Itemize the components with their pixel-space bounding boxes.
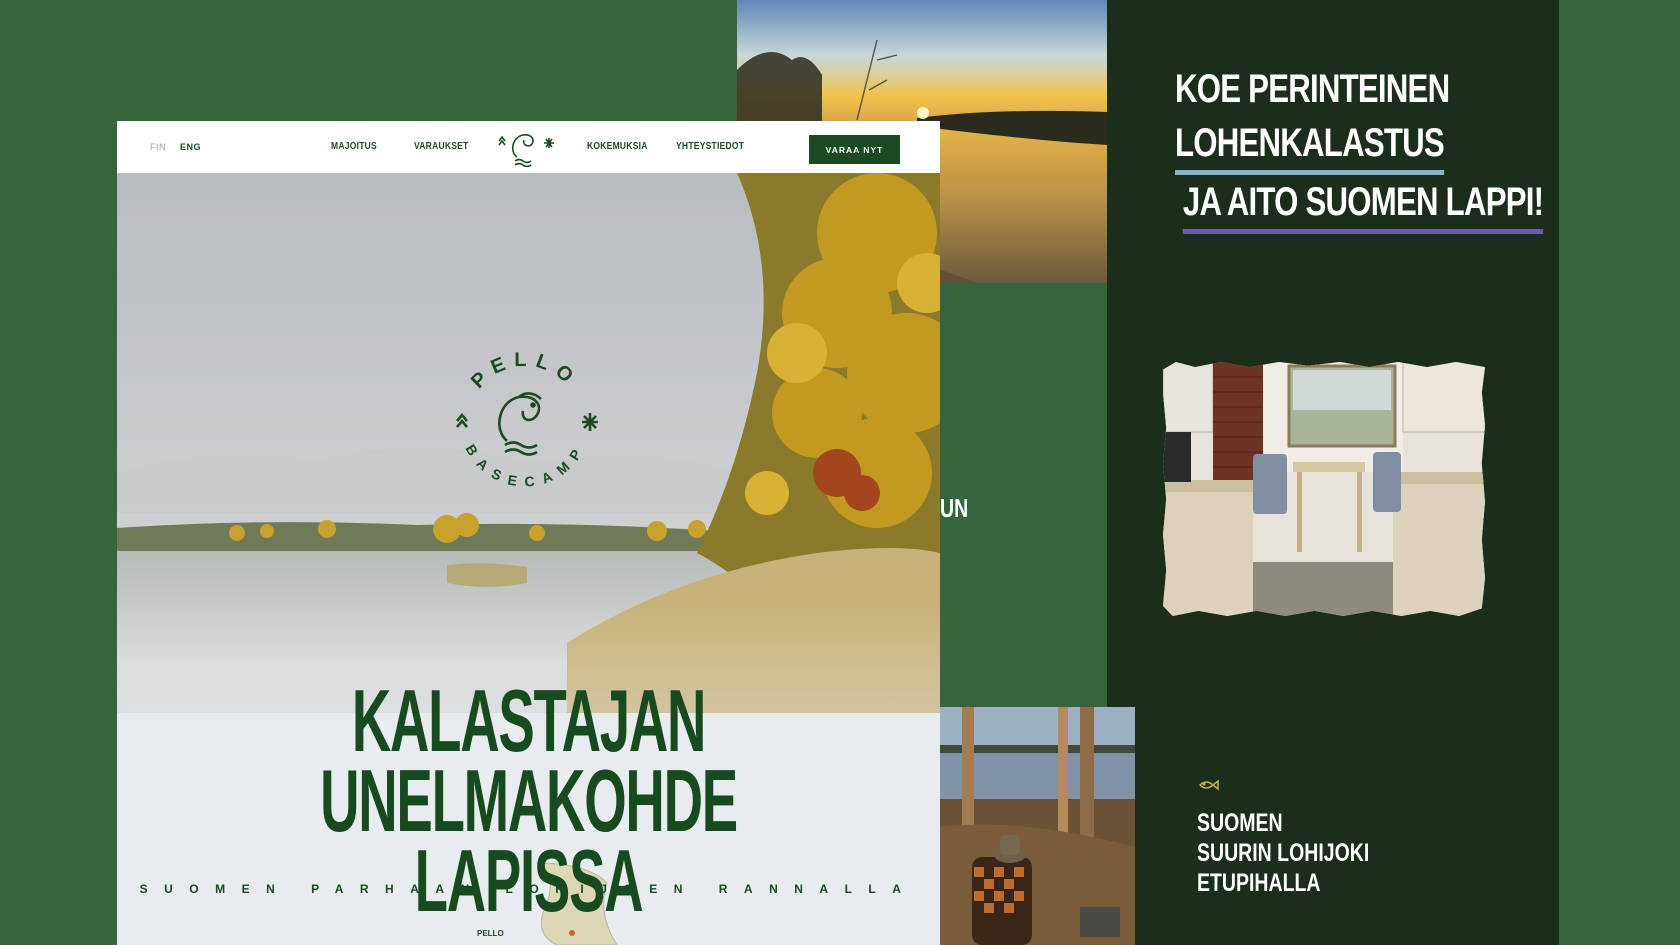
feature-text: SUOMEN SUURIN LOHIJOKI ETUPIHALLA <box>1197 808 1418 898</box>
nav-link-varaukset[interactable]: VARAUKSET <box>414 141 469 152</box>
hero-logo: PELLO BASECAMP <box>445 341 605 506</box>
hero-title-line-1: KALASTAJAN <box>351 671 707 770</box>
star-icon <box>544 138 554 148</box>
feature-line-1: SUOMEN <box>1197 809 1283 837</box>
headline-line-2: LOHENKALASTUS <box>1175 116 1445 175</box>
website-mockup: FIN ENG MAJOITUS VARAUKSET KOKEMUKSIA YH… <box>117 121 940 945</box>
campfire-photo <box>940 707 1135 945</box>
feature-line-2: SUURIN LOHIJOKI <box>1197 839 1370 867</box>
map-label: PELLO <box>477 929 504 938</box>
hero-title-line-2: UNELMAKOHDE <box>320 751 738 850</box>
fragment-text: UN <box>940 493 969 523</box>
nav-logo[interactable] <box>491 127 557 172</box>
kitchen-photo <box>1163 362 1485 616</box>
nav-link-majoitus[interactable]: MAJOITUS <box>331 141 377 152</box>
tree-icon <box>498 135 506 146</box>
hero-tagline: SUOMEN PARHAAN LOHIJOEN RANNALLA <box>139 882 918 896</box>
top-nav: FIN ENG MAJOITUS VARAUKSET KOKEMUKSIA YH… <box>117 121 940 173</box>
fish-logo-icon <box>498 392 542 456</box>
logo-text-top: PELLO <box>467 349 575 393</box>
headline-line-1: KOE PERINTEINEN <box>1175 67 1450 111</box>
lang-eng[interactable]: ENG <box>180 142 201 152</box>
star-icon <box>582 413 598 431</box>
headline-line-3: JA AITO SUOMEN LAPPI! <box>1182 175 1544 234</box>
logo-text-bottom: BASECAMP <box>462 441 581 489</box>
feature-line-3: ETUPIHALLA <box>1197 869 1321 897</box>
panel-headline: KOE PERINTEINEN LOHENKALASTUS JA AITO SU… <box>1175 62 1555 234</box>
fish-outline-icon <box>1198 778 1220 797</box>
nav-link-kokemuksia[interactable]: KOKEMUKSIA <box>587 141 648 152</box>
tree-icon <box>456 412 468 428</box>
nav-link-yhteystiedot[interactable]: YHTEYSTIEDOT <box>676 141 744 152</box>
book-now-button[interactable]: VARAA NYT <box>809 135 900 164</box>
svg-text:PELLO: PELLO <box>467 349 583 393</box>
lang-fin[interactable]: FIN <box>150 142 166 152</box>
hero-title-line-3: LAPISSA <box>414 831 644 930</box>
svg-text:BASECAMP: BASECAMP <box>462 441 587 489</box>
